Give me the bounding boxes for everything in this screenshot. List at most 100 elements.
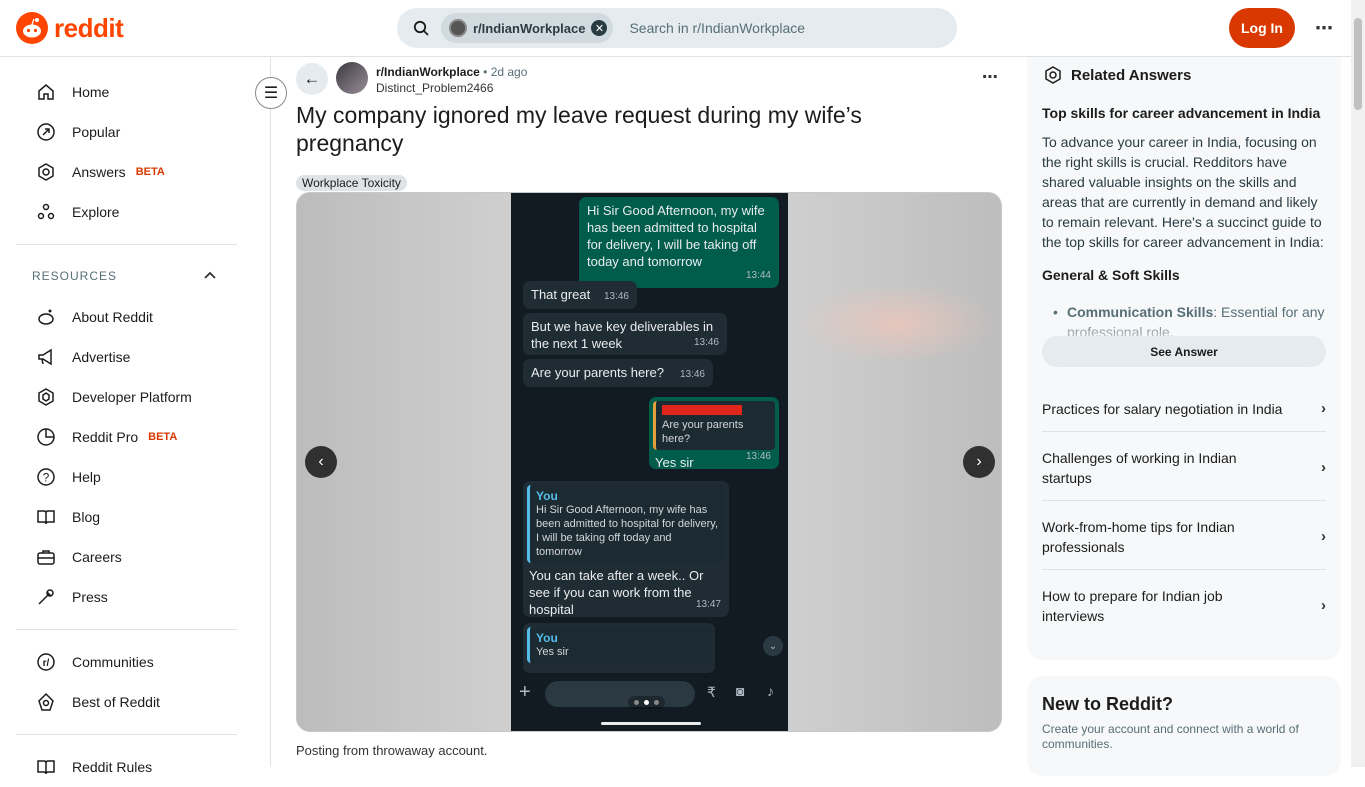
back-button[interactable]: ← [296,63,328,95]
redacted-name [662,405,742,415]
chevron-right-icon: › [1321,597,1326,614]
chevron-right-icon: › [1321,400,1326,417]
sidebar-item-best-of-reddit[interactable]: Best of Reddit [36,682,160,722]
related-question-item[interactable]: How to prepare for Indian job interviews… [1042,586,1326,626]
reddit-logo[interactable]: reddit [16,12,124,44]
sidebar-item-careers[interactable]: Careers [36,537,122,577]
sidebar-item-reddit-pro[interactable]: Reddit Pro BETA [36,417,177,457]
sidebar-item-label: About Reddit [72,309,153,325]
logo-text: reddit [54,12,124,43]
snoo-icon [36,307,56,327]
image-background-glow [797,283,997,363]
post-body: Posting from throwaway account. [296,743,488,758]
sidebar-item-label: Careers [72,549,122,565]
see-answer-button[interactable]: See Answer [1042,336,1326,367]
chat-message-text: But we have key deliverables in the next… [531,319,714,351]
gallery-dot-active[interactable] [644,700,649,705]
post-image-gallery[interactable]: Hi Sir Good Afternoon, my wife has been … [296,192,1002,732]
chat-message-text: Are your parents here? [531,365,664,380]
scroll-down-icon: ⌄ [763,636,783,656]
scrollbar-thumb[interactable] [1354,18,1362,110]
search-icon [413,20,429,36]
sidebar-divider [16,244,237,245]
sidebar-item-press[interactable]: Press [36,577,108,617]
chat-quote: You Hi Sir Good Afternoon, my wife has b… [527,485,725,563]
gallery-prev-button[interactable]: ‹ [305,446,337,478]
answer-paragraph: To advance your career in India, focusin… [1042,134,1324,250]
related-question-item[interactable]: Challenges of working in Indian startups… [1042,448,1326,488]
sidebar-item-about-reddit[interactable]: About Reddit [36,297,153,337]
sidebar-item-reddit-rules[interactable]: Reddit Rules [36,747,152,787]
chat-message-text: That great [531,287,591,302]
gallery-dot[interactable] [654,700,659,705]
chat-timestamp: 13:44 [745,270,771,281]
new-to-reddit-card: New to Reddit? Create your account and c… [1027,676,1341,776]
chat-screenshot: Hi Sir Good Afternoon, my wife has been … [511,193,788,731]
microphone-icon: ♪ [767,683,774,699]
sidebar-item-label: Help [72,469,101,485]
post-options-icon[interactable]: ⋯ [982,67,998,87]
help-icon: ? [36,467,56,487]
sidebar-item-label: Reddit Rules [72,759,153,775]
sidebar-item-blog[interactable]: Blog [36,497,100,537]
communities-icon: r/ [36,652,56,672]
chat-quote-author: You [536,631,558,645]
sidebar-item-label: Answers [72,164,126,180]
collapse-sidebar-button[interactable]: ☰ [255,77,287,109]
hamburger-icon: ☰ [263,85,279,102]
related-question-item[interactable]: Work-from-home tips for Indian professio… [1042,517,1326,557]
search-input[interactable]: Search in r/IndianWorkplace [629,20,805,36]
sidebar-item-label: Communities [72,654,154,670]
left-sidebar: Home Popular Answers BETA Explore RESOUR… [0,57,271,775]
chat-timestamp: 13:46 [603,291,629,302]
gallery-next-button[interactable]: › [963,446,995,478]
related-question-text: How to prepare for Indian job interviews [1042,588,1223,624]
gallery-dot[interactable] [634,700,639,705]
subreddit-avatar[interactable] [336,62,368,94]
answer-question[interactable]: Top skills for career advancement in Ind… [1042,105,1320,121]
subreddit-link[interactable]: r/IndianWorkplace [376,65,480,79]
chat-timestamp: 13:46 [679,369,705,380]
sidebar-item-advertise[interactable]: Advertise [36,337,130,377]
rules-icon [36,757,56,777]
search-scope-label: r/IndianWorkplace [473,20,586,36]
resources-heading[interactable]: RESOURCES [32,269,117,283]
home-icon [36,82,56,102]
login-button[interactable]: Log In [1229,8,1295,48]
sidebar-item-label: Press [72,589,108,605]
post-author[interactable]: Distinct_Problem2466 [376,81,493,95]
related-divider [1042,569,1326,570]
sidebar-divider [16,734,237,735]
press-icon [36,587,56,607]
related-question-item[interactable]: Practices for salary negotiation in Indi… [1042,399,1326,419]
chevron-up-icon[interactable] [203,267,217,283]
sidebar-item-popular[interactable]: Popular [36,112,120,152]
briefcase-icon [36,547,56,567]
sidebar-item-answers[interactable]: Answers BETA [36,152,165,192]
chat-timestamp: 13:47 [695,599,721,610]
related-answers-heading: Related Answers [1043,65,1191,85]
chat-message-text: Hi Sir Good Afternoon, my wife has been … [587,203,765,269]
subreddit-avatar [449,19,467,37]
popular-icon [36,122,56,142]
sidebar-item-label: Explore [72,204,120,220]
sidebar-item-label: Reddit Pro [72,429,139,445]
post-flair[interactable]: Workplace Toxicity [296,175,407,191]
sidebar-item-explore[interactable]: Explore [36,192,119,232]
search-bar[interactable]: r/IndianWorkplace ✕ Search in r/IndianWo… [397,8,957,48]
sidebar-item-home[interactable]: Home [36,72,109,112]
related-divider [1042,500,1326,501]
reddit-snoo-icon [16,12,48,44]
chat-quote: You Yes sir [527,627,711,663]
chat-message-out: Hi Sir Good Afternoon, my wife has been … [579,197,779,288]
search-scope-chip[interactable]: r/IndianWorkplace ✕ [441,13,614,43]
beta-badge: BETA [148,431,178,443]
camera-icon: ◙ [736,683,745,699]
sidebar-item-developer-platform[interactable]: Developer Platform [36,377,192,417]
clear-scope-icon[interactable]: ✕ [591,20,608,36]
sidebar-item-communities[interactable]: r/ Communities [36,642,154,682]
svg-text:?: ? [43,471,50,485]
more-options-icon[interactable]: ⋯ [1310,14,1338,42]
sidebar-item-help[interactable]: ? Help [36,457,101,497]
page-scrollbar[interactable] [1351,0,1365,767]
